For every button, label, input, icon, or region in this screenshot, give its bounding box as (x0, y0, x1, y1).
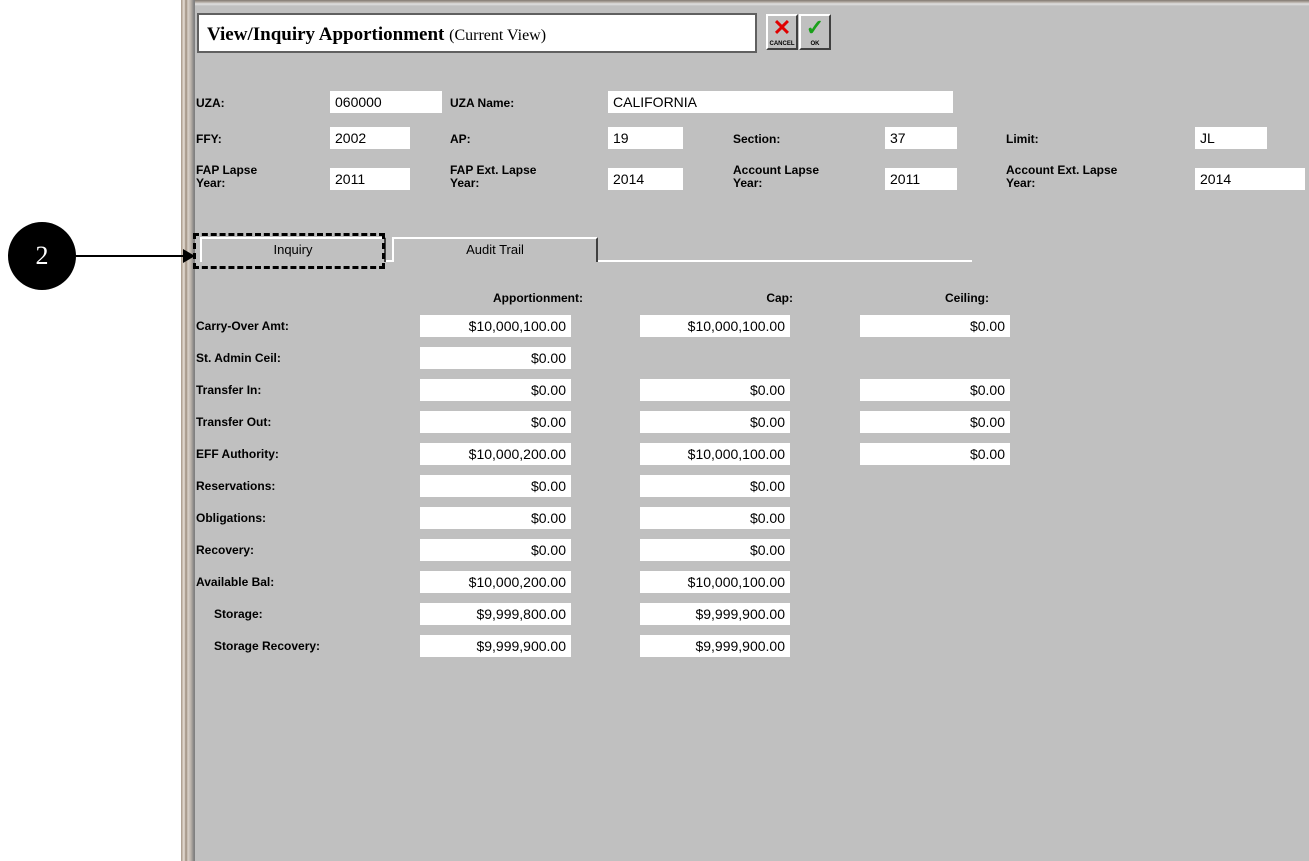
window-top-frame (181, 0, 1309, 6)
cap-amount-field[interactable]: $10,000,100.00 (640, 443, 790, 465)
apportionment-amount-field[interactable]: $10,000,100.00 (420, 315, 571, 337)
row-label: Reservations: (196, 479, 276, 493)
ffy-label: FFY: (196, 132, 222, 146)
ceiling-amount-field[interactable]: $0.00 (860, 411, 1010, 433)
account-ext-lapse-year-field[interactable]: 2014 (1195, 168, 1305, 190)
ceiling-amount-field[interactable]: $0.00 (860, 443, 1010, 465)
row-label: St. Admin Ceil: (196, 351, 281, 365)
row-label: Obligations: (196, 511, 266, 525)
account-lapse-year-field[interactable]: 2011 (885, 168, 957, 190)
title-main: View/Inquiry Apportionment (207, 24, 445, 45)
row-label: Transfer In: (196, 383, 262, 397)
cap-amount-field[interactable]: $0.00 (640, 475, 790, 497)
cap-amount-field[interactable]: $0.00 (640, 411, 790, 433)
uza-label: UZA: (196, 96, 225, 110)
account-lapse-year-label: Account Lapse Year: (733, 164, 819, 190)
cap-amount-field[interactable]: $0.00 (640, 539, 790, 561)
cap-amount-field[interactable]: $0.00 (640, 507, 790, 529)
cap-amount-field[interactable]: $10,000,100.00 (640, 315, 790, 337)
ok-button-label: OK (810, 41, 820, 47)
apportionment-amount-field[interactable]: $0.00 (420, 347, 571, 369)
fap-lapse-year-label-line2: Year: (196, 176, 226, 190)
limit-field[interactable]: JL (1195, 127, 1267, 149)
page-title: View/Inquiry Apportionment (Current View… (207, 24, 546, 46)
tab-inquiry[interactable]: Inquiry (200, 237, 386, 262)
row-label: Transfer Out: (196, 415, 272, 429)
apportionment-amount-field[interactable]: $0.00 (420, 507, 571, 529)
fap-ext-lapse-year-label-line2: Year: (450, 176, 480, 190)
col-header-cap: Cap: (766, 291, 793, 305)
limit-label: Limit: (1006, 132, 1039, 146)
section-field[interactable]: 37 (885, 127, 957, 149)
red-x-icon: ✕ (772, 15, 792, 40)
ok-button[interactable]: ✓ OK (799, 14, 831, 50)
apportionment-amount-field[interactable]: $0.00 (420, 475, 571, 497)
fap-ext-lapse-year-field[interactable]: 2014 (608, 168, 683, 190)
account-ext-lapse-year-label-line2: Year: (1006, 176, 1036, 190)
uza-name-label: UZA Name: (450, 96, 515, 110)
apportionment-amount-field[interactable]: $10,000,200.00 (420, 571, 571, 593)
green-check-icon: ✓ (805, 15, 825, 40)
account-lapse-year-label-line2: Year: (733, 176, 763, 190)
callout-marker: 2 (8, 222, 76, 290)
callout-arrow-head (183, 249, 195, 263)
window-left-frame (181, 0, 195, 861)
apportionment-amount-field[interactable]: $9,999,900.00 (420, 635, 571, 657)
ap-field[interactable]: 19 (608, 127, 683, 149)
uza-name-field[interactable]: CALIFORNIA (608, 91, 953, 113)
ceiling-amount-field[interactable]: $0.00 (860, 315, 1010, 337)
row-label: EFF Authority: (196, 447, 279, 461)
apportionment-amount-field[interactable]: $0.00 (420, 539, 571, 561)
fap-lapse-year-label: FAP Lapse Year: (196, 164, 257, 190)
apportionment-amount-field[interactable]: $0.00 (420, 379, 571, 401)
cap-amount-field[interactable]: $9,999,900.00 (640, 635, 790, 657)
row-label: Storage Recovery: (214, 639, 321, 653)
callout-arrow-line (76, 255, 184, 257)
apportionment-amount-field[interactable]: $0.00 (420, 411, 571, 433)
ceiling-amount-field[interactable]: $0.00 (860, 379, 1010, 401)
row-label: Available Bal: (196, 575, 275, 589)
col-header-ceiling: Ceiling: (945, 291, 989, 305)
cancel-button-label: CANCEL (769, 41, 795, 47)
cap-amount-field[interactable]: $9,999,900.00 (640, 603, 790, 625)
ffy-field[interactable]: 2002 (330, 127, 410, 149)
ap-label: AP: (450, 132, 471, 146)
fap-lapse-year-field[interactable]: 2011 (330, 168, 410, 190)
row-label: Storage: (214, 607, 263, 621)
title-subtitle: (Current View) (449, 27, 547, 44)
form-title-box: View/Inquiry Apportionment (Current View… (197, 13, 757, 53)
col-header-apportionment: Apportionment: (493, 291, 583, 305)
apportionment-amount-field[interactable]: $10,000,200.00 (420, 443, 571, 465)
tab-audit-trail[interactable]: Audit Trail (392, 237, 598, 262)
row-label: Carry-Over Amt: (196, 319, 289, 333)
apportionment-amount-field[interactable]: $9,999,800.00 (420, 603, 571, 625)
row-label: Recovery: (196, 543, 255, 557)
uza-field[interactable]: 060000 (330, 91, 442, 113)
section-label: Section: (733, 132, 781, 146)
cap-amount-field[interactable]: $10,000,100.00 (640, 571, 790, 593)
fap-ext-lapse-year-label: FAP Ext. Lapse Year: (450, 164, 536, 190)
cap-amount-field[interactable]: $0.00 (640, 379, 790, 401)
account-ext-lapse-year-label: Account Ext. Lapse Year: (1006, 164, 1117, 190)
cancel-button[interactable]: ✕ CANCEL (766, 14, 798, 50)
